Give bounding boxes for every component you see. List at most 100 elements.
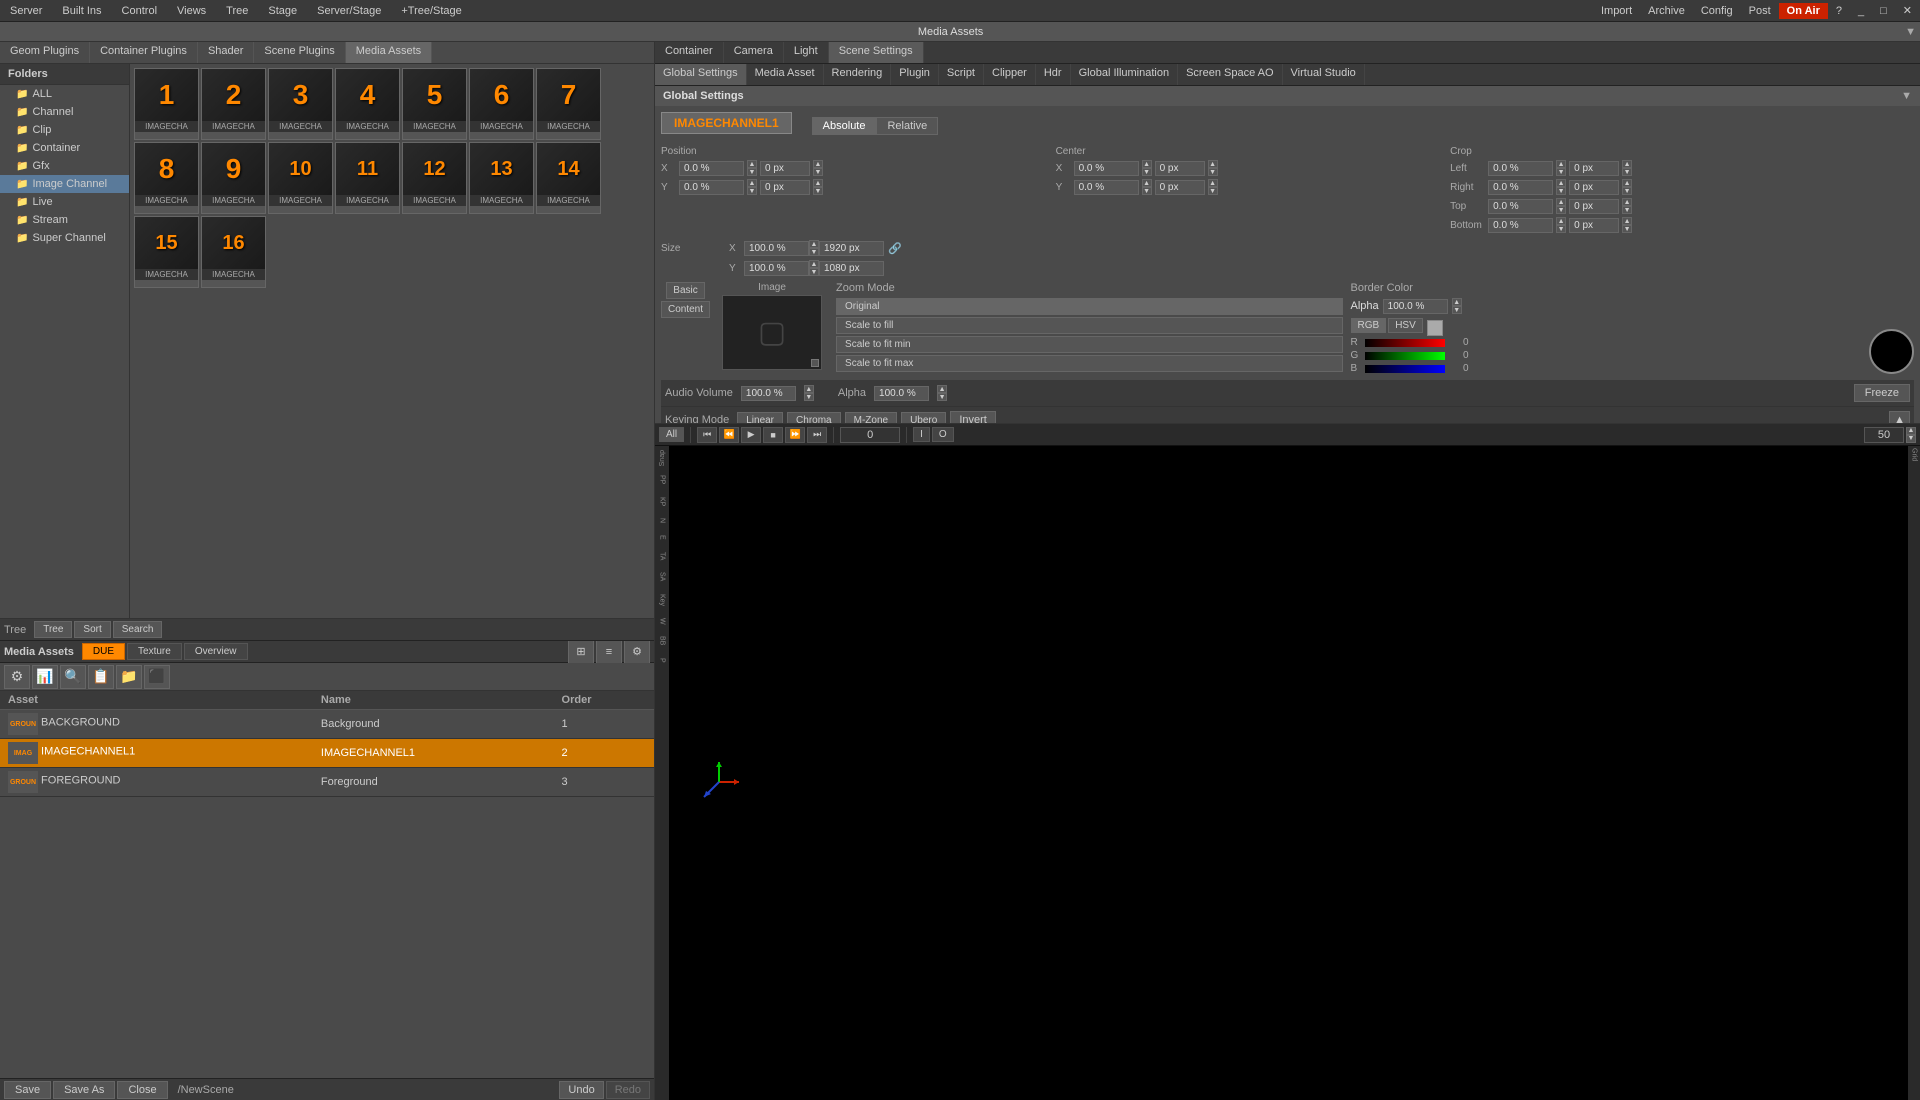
cen-y-pct[interactable] — [1074, 180, 1139, 195]
tl-mark-out-btn[interactable]: O — [932, 427, 954, 442]
audio-alpha-input[interactable] — [874, 386, 929, 401]
frame-up[interactable]: ▲ — [1906, 427, 1916, 435]
media-asset-tab[interactable]: Media Asset — [747, 64, 824, 85]
search-btn[interactable]: Search — [113, 621, 163, 638]
texture-btn[interactable]: Texture — [127, 643, 182, 660]
frame-dn[interactable]: ▼ — [1906, 435, 1916, 443]
tool-icon-6[interactable]: ⬛ — [144, 665, 170, 689]
tool-icon-5[interactable]: 📁 — [116, 665, 142, 689]
cen-y-px-dn[interactable]: ▼ — [1208, 187, 1218, 195]
crop-top-px[interactable] — [1569, 199, 1619, 214]
folder-clip[interactable]: 📁Clip — [0, 121, 129, 139]
crop-l-dn[interactable]: ▼ — [1556, 168, 1566, 176]
snap-w[interactable]: W — [659, 618, 666, 625]
absolute-btn[interactable]: Absolute — [812, 117, 877, 135]
pos-y-px-dn[interactable]: ▼ — [813, 187, 823, 195]
container-tab[interactable]: Container — [655, 42, 724, 63]
crop-t-dn[interactable]: ▼ — [1556, 206, 1566, 214]
global-illumination-tab[interactable]: Global Illumination — [1071, 64, 1179, 85]
icon-btn-3[interactable]: ⚙ — [624, 641, 650, 664]
tl-prev-btn[interactable]: ⏪ — [719, 427, 739, 443]
grid-label[interactable]: Grid — [1911, 446, 1918, 463]
import-btn[interactable]: Import — [1593, 3, 1640, 19]
size-x-px[interactable] — [819, 241, 884, 256]
snap-p[interactable]: P — [659, 658, 666, 663]
table-row[interactable]: IMAG IMAGECHANNEL1 IMAGECHANNEL1 2 — [0, 739, 654, 768]
tool-icon-1[interactable]: ⚙ — [4, 665, 30, 689]
crop-l-px-dn[interactable]: ▼ — [1622, 168, 1632, 176]
size-y-px[interactable] — [819, 261, 884, 276]
icon-btn-1[interactable]: ⊞ — [568, 641, 594, 664]
size-y-up[interactable]: ▲ — [809, 260, 819, 268]
script-tab[interactable]: Script — [939, 64, 984, 85]
camera-tab[interactable]: Camera — [724, 42, 784, 63]
pos-y-px[interactable] — [760, 180, 810, 195]
size-link-icon[interactable]: 🔗 — [888, 242, 902, 255]
basic-btn[interactable]: Basic — [666, 282, 704, 299]
tree-btn[interactable]: Tree — [34, 621, 72, 638]
asset-thumb-4[interactable]: 4 IMAGECHA — [335, 68, 400, 140]
crop-r-dn[interactable]: ▼ — [1556, 187, 1566, 195]
snap-key[interactable]: Key — [659, 594, 666, 606]
size-y-dn[interactable]: ▼ — [809, 268, 819, 276]
cen-x-pct[interactable] — [1074, 161, 1139, 176]
pos-y-dn[interactable]: ▼ — [747, 187, 757, 195]
cen-x-up[interactable]: ▲ — [1142, 160, 1152, 168]
tl-prev-start-btn[interactable]: ⏮ — [697, 427, 717, 443]
asset-thumb-1[interactable]: 1 IMAGECHA — [134, 68, 199, 140]
config-btn[interactable]: Config — [1693, 3, 1741, 19]
geom-plugins-tab[interactable]: Geom Plugins — [0, 42, 90, 63]
rendering-tab[interactable]: Rendering — [824, 64, 892, 85]
audio-vol-up[interactable]: ▲ — [804, 385, 814, 393]
pos-x-up[interactable]: ▲ — [747, 160, 757, 168]
sort-btn[interactable]: Sort — [74, 621, 110, 638]
asset-thumb-11[interactable]: 11 IMAGECHA — [335, 142, 400, 214]
crop-bottom-px[interactable] — [1569, 218, 1619, 233]
tool-icon-3[interactable]: 🔍 — [60, 665, 86, 689]
tl-next-btn[interactable]: ⏩ — [785, 427, 805, 443]
audio-vol-input[interactable] — [741, 386, 796, 401]
size-x-up[interactable]: ▲ — [809, 240, 819, 248]
builtins-menu[interactable]: Built Ins — [52, 3, 111, 19]
stage-menu[interactable]: Stage — [258, 3, 307, 19]
close-btn[interactable]: Close — [117, 1081, 167, 1099]
cen-x-px[interactable] — [1155, 161, 1205, 176]
audio-alpha-up[interactable]: ▲ — [937, 385, 947, 393]
asset-thumb-15[interactable]: 15 IMAGECHA — [134, 216, 199, 288]
media-assets-dropdown[interactable]: ▼ — [1901, 26, 1920, 38]
relative-btn[interactable]: Relative — [876, 117, 938, 135]
keying-chroma-btn[interactable]: Chroma — [787, 412, 841, 424]
keying-ubero-btn[interactable]: Ubero — [901, 412, 946, 424]
size-x-pct[interactable] — [744, 241, 809, 256]
tool-icon-4[interactable]: 📋 — [88, 665, 114, 689]
crop-r-px-up[interactable]: ▲ — [1622, 179, 1632, 187]
folder-stream[interactable]: 📁Stream — [0, 211, 129, 229]
hsv-btn[interactable]: HSV — [1388, 318, 1423, 333]
crop-r-up[interactable]: ▲ — [1556, 179, 1566, 187]
g-slider[interactable] — [1365, 352, 1445, 360]
crop-right-px[interactable] — [1569, 180, 1619, 195]
r-slider[interactable] — [1365, 339, 1445, 347]
treestage-menu[interactable]: +Tree/Stage — [391, 3, 471, 19]
tl-next-end-btn[interactable]: ⏭ — [807, 427, 827, 443]
timeline-all-btn[interactable]: All — [659, 427, 684, 442]
snap-bb[interactable]: BB — [659, 636, 666, 645]
serverstage-menu[interactable]: Server/Stage — [307, 3, 391, 19]
close-icon[interactable]: ✕ — [1895, 2, 1920, 19]
crop-l-up[interactable]: ▲ — [1556, 160, 1566, 168]
control-menu[interactable]: Control — [112, 3, 167, 19]
virtual-studio-tab[interactable]: Virtual Studio — [1283, 64, 1365, 85]
crop-b-px-up[interactable]: ▲ — [1622, 217, 1632, 225]
settings-expand-icon[interactable]: ▼ — [1901, 90, 1912, 102]
crop-right-pct[interactable] — [1488, 180, 1553, 195]
rgb-btn[interactable]: RGB — [1351, 318, 1387, 333]
icon-btn-2[interactable]: ≡ — [596, 641, 622, 664]
tl-timecode[interactable] — [840, 427, 900, 443]
due-btn[interactable]: DUE — [82, 643, 125, 660]
image-corner-handle[interactable] — [811, 359, 819, 367]
maximize-icon[interactable]: □ — [1872, 3, 1895, 19]
pos-x-px-dn[interactable]: ▼ — [813, 168, 823, 176]
scene-plugins-tab[interactable]: Scene Plugins — [254, 42, 345, 63]
asset-thumb-7[interactable]: 7 IMAGECHA — [536, 68, 601, 140]
color-swatch[interactable] — [1869, 329, 1914, 374]
